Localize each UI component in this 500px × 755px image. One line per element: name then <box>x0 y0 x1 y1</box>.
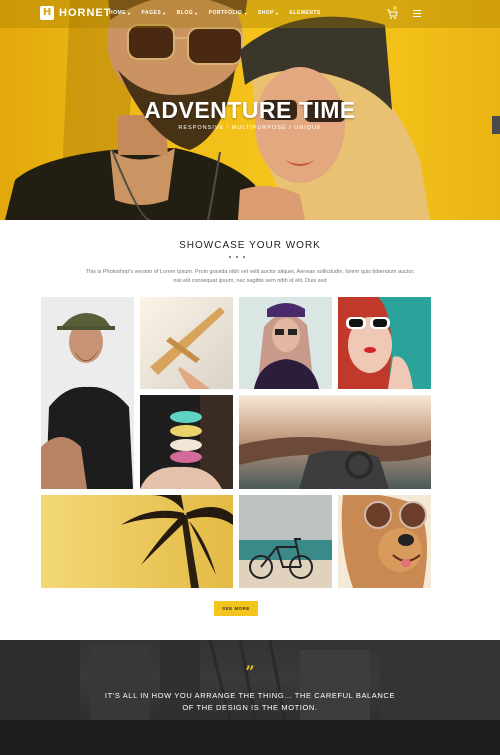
gallery-item-motorcycle-handlebars[interactable] <box>239 395 431 489</box>
nav-item-label: ELEMENTS <box>289 10 321 16</box>
quote-line: IT'S ALL IN HOW YOU ARRANGE THE THING...… <box>104 691 396 700</box>
hero-subtitle: RESPONSIVE / MULTIPURPOSE / UNIQUE <box>178 125 322 131</box>
chevron-down-icon: ▾ <box>244 10 247 16</box>
chevron-down-icon: ▾ <box>163 10 166 16</box>
main-menu: HOME ▾ PAGES ▾ BLOG ▾ PORTFOLIO ▾ SHOP ▾ ELEM… <box>109 10 321 16</box>
nav-item-label: PAGES <box>141 10 162 16</box>
gallery-item-bicycle-beach[interactable] <box>239 495 332 588</box>
slider-next-arrow[interactable] <box>492 116 500 134</box>
gallery-item-macarons[interactable] <box>140 395 233 489</box>
nav-item-label: PORTFOLIO <box>208 10 243 16</box>
hero-section: H HORNET HOME ▾ PAGES ▾ BLOG ▾ PORTFOLIO ▾ S… <box>0 0 500 220</box>
intro-line: nisi elit consequat ipsum, nec sagittis … <box>173 278 327 284</box>
gallery-item-dog-sunglasses[interactable] <box>338 495 431 588</box>
gallery-item-palm-tree[interactable] <box>41 495 233 588</box>
gallery-item-toy-airplane[interactable] <box>140 297 233 389</box>
logo-icon: H <box>40 6 54 20</box>
chevron-down-icon: ▾ <box>195 10 198 16</box>
logo[interactable]: H HORNET <box>40 6 111 20</box>
quote-icon: ” <box>245 662 255 681</box>
footer-band <box>0 720 500 755</box>
nav-item-pages[interactable]: PAGES ▾ <box>142 10 166 16</box>
quote-text: IT'S ALL IN HOW YOU ARRANGE THE THING...… <box>0 690 500 714</box>
gallery-item-portrait-man-hat[interactable] <box>41 297 134 489</box>
section-intro: This is Photoshop's version of Lorem Ips… <box>70 268 430 286</box>
title-divider-dots <box>229 256 245 258</box>
nav-item-label: BLOG <box>176 10 194 16</box>
section-title: SHOWCASE YOUR WORK <box>179 240 321 251</box>
quote-line: OF THE DESIGN IS THE MOTION. <box>182 703 318 712</box>
intro-line: This is Photoshop's version of Lorem Ips… <box>85 269 415 275</box>
nav-item-label: SHOP <box>257 10 274 16</box>
chevron-down-icon: ▾ <box>276 10 279 16</box>
logo-text: HORNET <box>59 7 112 19</box>
nav-item-shop[interactable]: SHOP ▾ <box>258 10 279 16</box>
nav-item-home[interactable]: HOME ▾ <box>109 10 131 16</box>
hero-title: ADVENTURE TIME <box>144 97 356 123</box>
top-navbar: H HORNET HOME ▾ PAGES ▾ BLOG ▾ PORTFOLIO ▾ S… <box>0 0 500 28</box>
hamburger-menu-icon[interactable] <box>413 10 421 17</box>
nav-item-elements[interactable]: ELEMENTS <box>290 10 321 16</box>
cart-badge <box>393 6 397 10</box>
see-more-button[interactable]: SEE MORE <box>214 601 258 616</box>
gallery-item-red-hair-woman[interactable] <box>338 297 431 389</box>
nav-item-blog[interactable]: BLOG ▾ <box>177 10 198 16</box>
nav-item-portfolio[interactable]: PORTFOLIO ▾ <box>209 10 247 16</box>
gallery-item-woman-sunglasses[interactable] <box>239 297 332 389</box>
cart-icon[interactable] <box>386 8 398 20</box>
nav-item-label: HOME <box>109 10 126 16</box>
chevron-down-icon: ▾ <box>128 10 131 16</box>
